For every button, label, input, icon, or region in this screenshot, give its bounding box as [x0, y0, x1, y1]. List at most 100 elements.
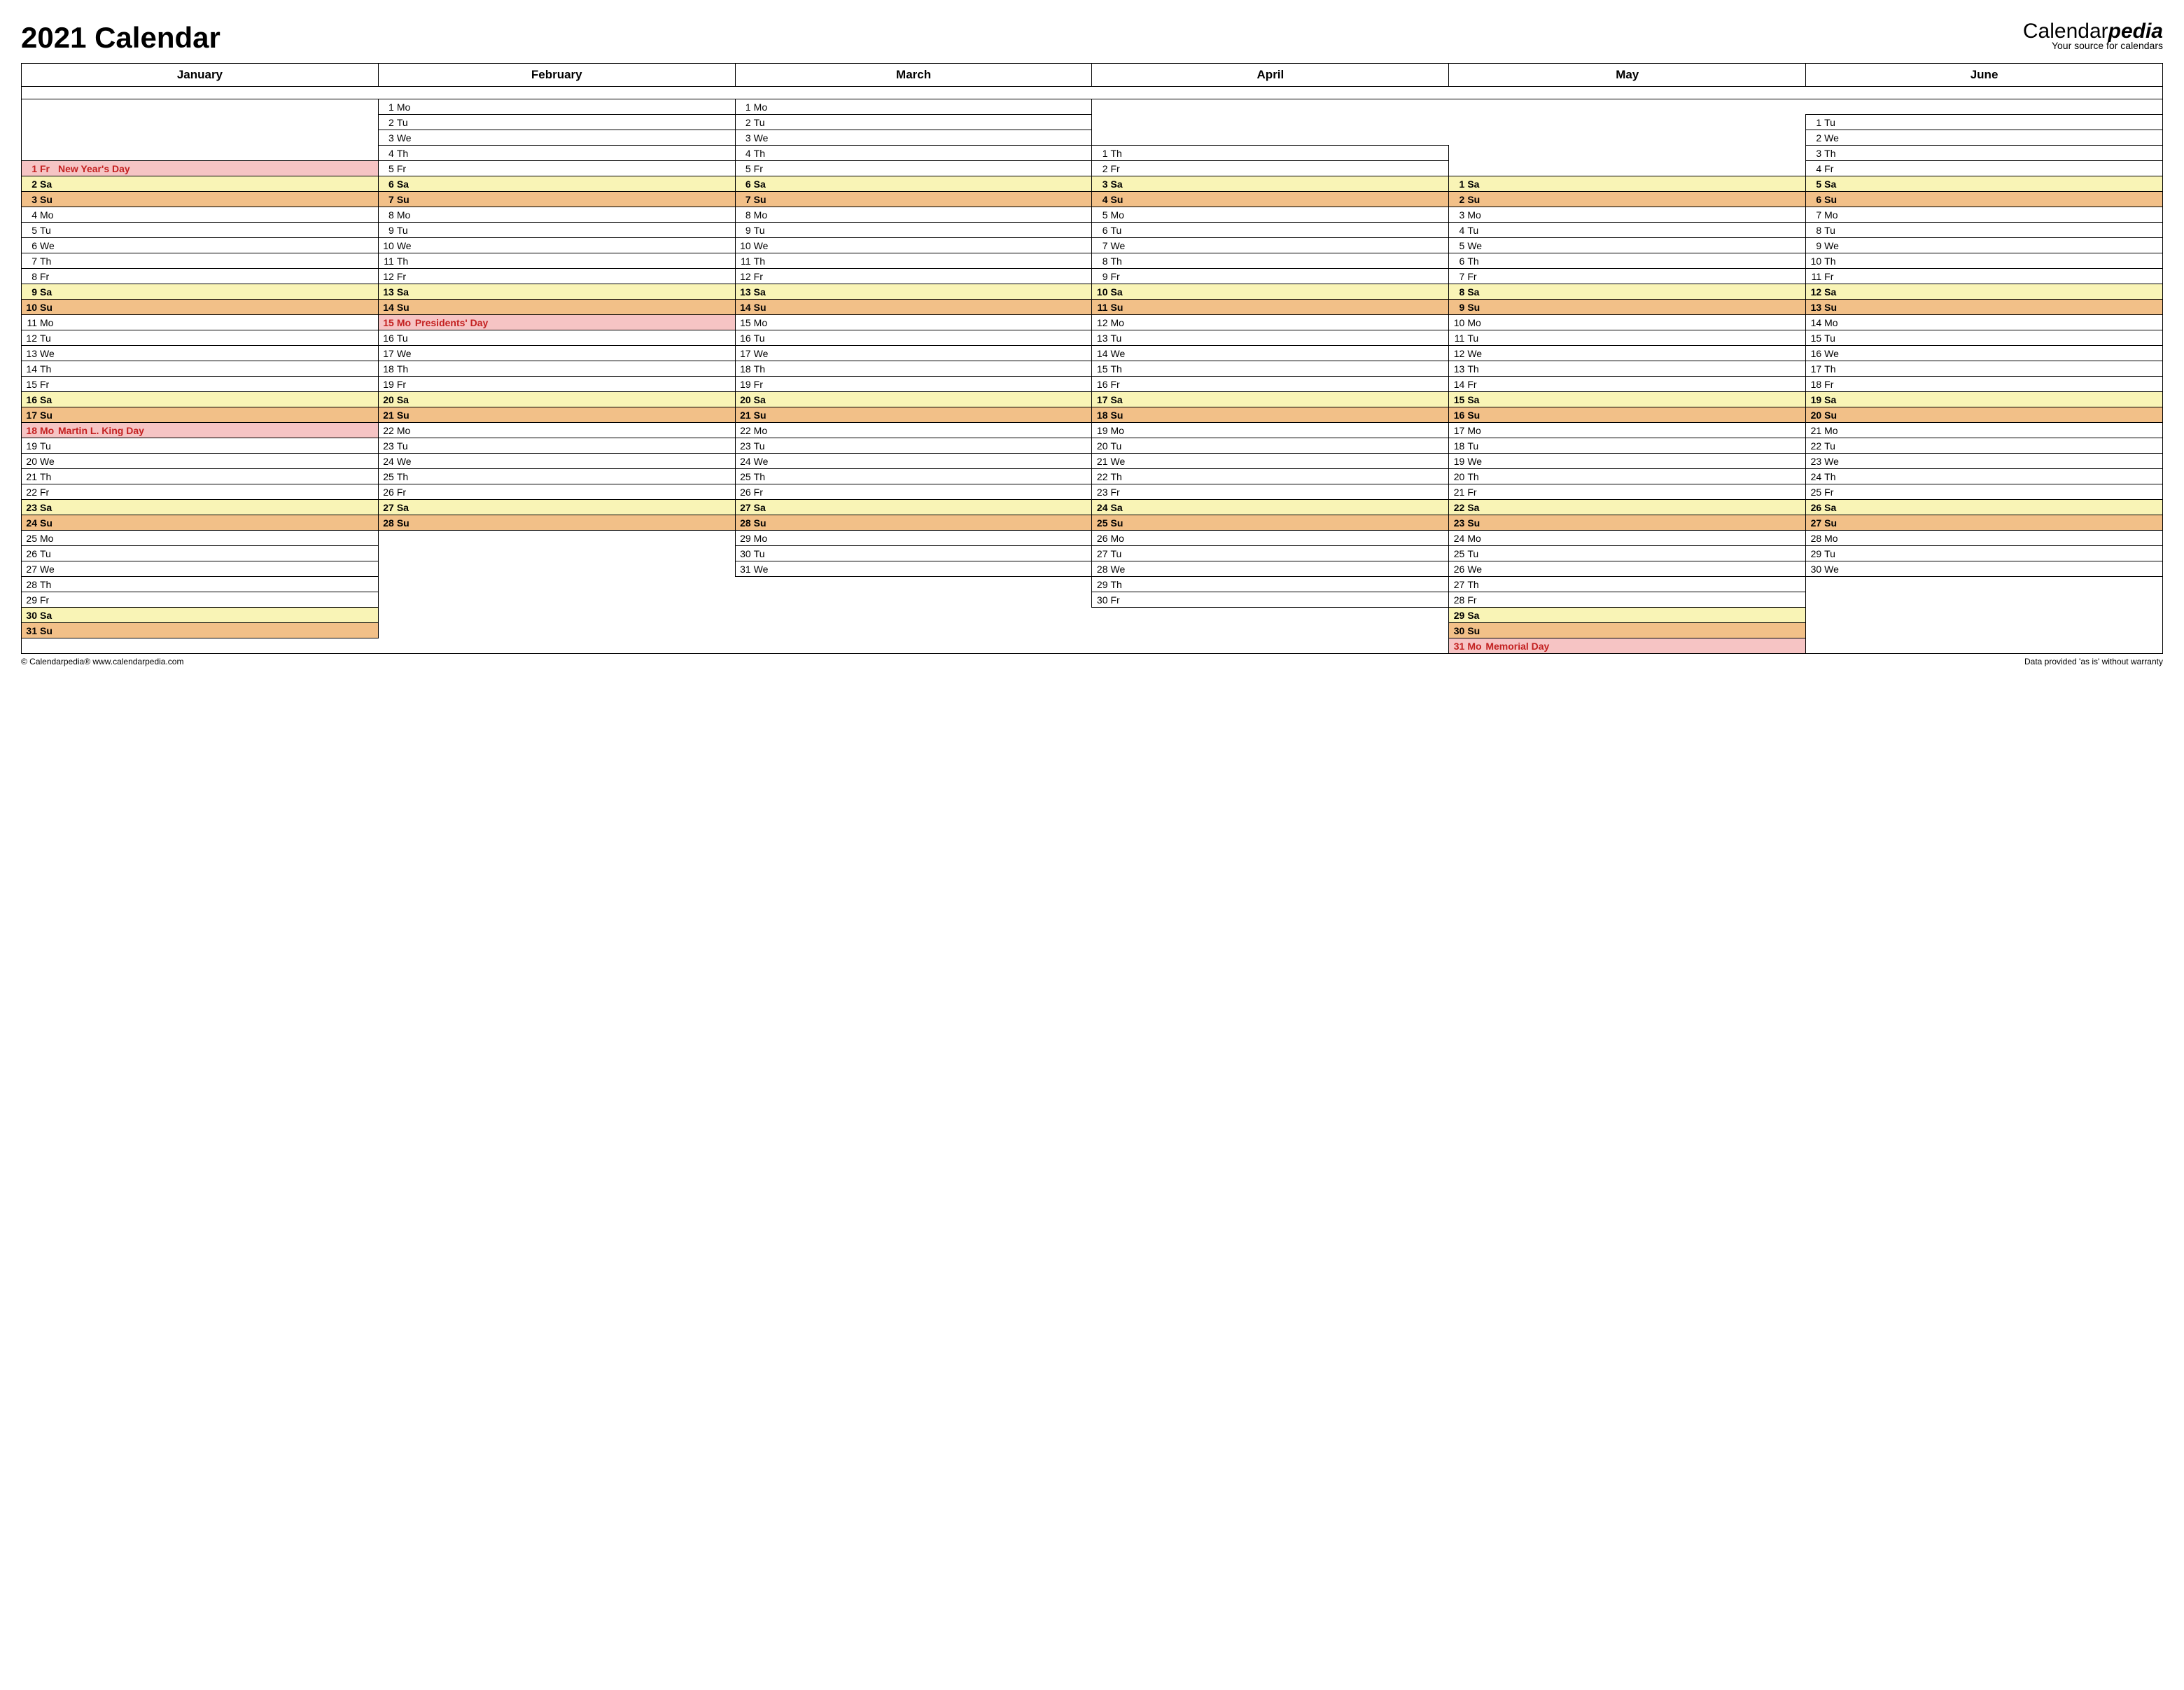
- day-cell: 16Fr: [1092, 377, 1449, 392]
- day-cell: 27Th: [1449, 577, 1806, 592]
- day-cell: 26Fr: [378, 484, 735, 500]
- day-cell: 16We: [1806, 346, 2163, 361]
- day-cell: 17Th: [1806, 361, 2163, 377]
- day-cell: 6We: [22, 238, 379, 253]
- day-cell: 24Sa: [1092, 500, 1449, 515]
- day-cell: 21Th: [22, 469, 379, 484]
- day-cell: [22, 146, 379, 161]
- day-cell: 8Tu: [1806, 223, 2163, 238]
- day-cell: 4Th: [378, 146, 735, 161]
- day-cell: 18Th: [735, 361, 1092, 377]
- day-cell: 15MoPresidents' Day: [378, 315, 735, 330]
- day-cell: [22, 115, 379, 130]
- day-cell: 4Th: [735, 146, 1092, 161]
- day-cell: 7Su: [378, 192, 735, 207]
- day-cell: 9We: [1806, 238, 2163, 253]
- day-cell: 14Su: [735, 300, 1092, 315]
- day-cell: 16Su: [1449, 407, 1806, 423]
- day-cell: 23Sa: [22, 500, 379, 515]
- day-cell: 28Su: [735, 515, 1092, 531]
- day-cell: 26Sa: [1806, 500, 2163, 515]
- footer-left: © Calendarpedia® www.calendarpedia.com: [21, 657, 183, 666]
- day-cell: 2Sa: [22, 176, 379, 192]
- day-cell: 20Th: [1449, 469, 1806, 484]
- day-cell: 28Fr: [1449, 592, 1806, 608]
- day-cell: 7Su: [735, 192, 1092, 207]
- day-cell: 17We: [378, 346, 735, 361]
- day-cell: 12Fr: [378, 269, 735, 284]
- day-cell: 12Sa: [1806, 284, 2163, 300]
- day-cell: 26Fr: [735, 484, 1092, 500]
- day-cell: 20Tu: [1092, 438, 1449, 454]
- day-cell: 19Tu: [22, 438, 379, 454]
- day-cell: 27Su: [1806, 515, 2163, 531]
- event-label: Memorial Day: [1485, 641, 1802, 652]
- day-cell: 20Su: [1806, 407, 2163, 423]
- day-cell: 2Tu: [378, 115, 735, 130]
- day-cell: 6Sa: [735, 176, 1092, 192]
- day-cell: 22Sa: [1449, 500, 1806, 515]
- month-header: February: [378, 64, 735, 87]
- day-cell: 19Fr: [378, 377, 735, 392]
- day-cell: 1FrNew Year's Day: [22, 161, 379, 176]
- day-cell: 21Su: [378, 407, 735, 423]
- day-cell: 31MoMemorial Day: [1449, 638, 1806, 654]
- day-cell: 7We: [1092, 238, 1449, 253]
- day-cell: 31Su: [22, 623, 379, 638]
- day-cell: 23We: [1806, 454, 2163, 469]
- day-cell: 21We: [1092, 454, 1449, 469]
- day-cell: 27Tu: [1092, 546, 1449, 561]
- day-cell: 1Mo: [735, 99, 1092, 115]
- day-cell: 14Mo: [1806, 315, 2163, 330]
- day-cell: 4Mo: [22, 207, 379, 223]
- day-cell: 8Th: [1092, 253, 1449, 269]
- day-cell: 11Tu: [1449, 330, 1806, 346]
- day-cell: 8Mo: [735, 207, 1092, 223]
- event-label: Presidents' Day: [415, 317, 732, 328]
- day-cell: 22Tu: [1806, 438, 2163, 454]
- day-cell: 23Su: [1449, 515, 1806, 531]
- day-cell: [735, 608, 1092, 623]
- day-cell: 30Su: [1449, 623, 1806, 638]
- day-cell: 12Fr: [735, 269, 1092, 284]
- day-cell: [378, 577, 735, 592]
- day-cell: 22Fr: [22, 484, 379, 500]
- day-cell: 8Fr: [22, 269, 379, 284]
- day-cell: 1Sa: [1449, 176, 1806, 192]
- day-cell: 10Su: [22, 300, 379, 315]
- day-cell: 16Tu: [378, 330, 735, 346]
- day-cell: [1092, 623, 1449, 638]
- day-cell: 16Sa: [22, 392, 379, 407]
- day-cell: [1449, 161, 1806, 176]
- day-cell: 13Sa: [378, 284, 735, 300]
- day-cell: 2Tu: [735, 115, 1092, 130]
- day-cell: 12Mo: [1092, 315, 1449, 330]
- day-cell: 9Su: [1449, 300, 1806, 315]
- day-cell: 25Mo: [22, 531, 379, 546]
- day-cell: [1092, 130, 1449, 146]
- day-cell: 26We: [1449, 561, 1806, 577]
- day-cell: 8Sa: [1449, 284, 1806, 300]
- day-cell: 1Mo: [378, 99, 735, 115]
- day-cell: 19Mo: [1092, 423, 1449, 438]
- month-header: May: [1449, 64, 1806, 87]
- day-cell: [1806, 623, 2163, 638]
- day-cell: 23Tu: [378, 438, 735, 454]
- day-cell: 2We: [1806, 130, 2163, 146]
- day-cell: [22, 99, 379, 115]
- day-cell: 9Sa: [22, 284, 379, 300]
- day-cell: 20Sa: [378, 392, 735, 407]
- day-cell: 14Th: [22, 361, 379, 377]
- day-cell: [1449, 99, 1806, 115]
- day-cell: 18Th: [378, 361, 735, 377]
- day-cell: [735, 577, 1092, 592]
- day-cell: 6Sa: [378, 176, 735, 192]
- day-cell: 18Fr: [1806, 377, 2163, 392]
- day-cell: 24Th: [1806, 469, 2163, 484]
- day-cell: [1092, 638, 1449, 654]
- day-cell: 14Su: [378, 300, 735, 315]
- day-cell: 5Mo: [1092, 207, 1449, 223]
- day-cell: 16Tu: [735, 330, 1092, 346]
- day-cell: [378, 531, 735, 546]
- day-cell: 28Mo: [1806, 531, 2163, 546]
